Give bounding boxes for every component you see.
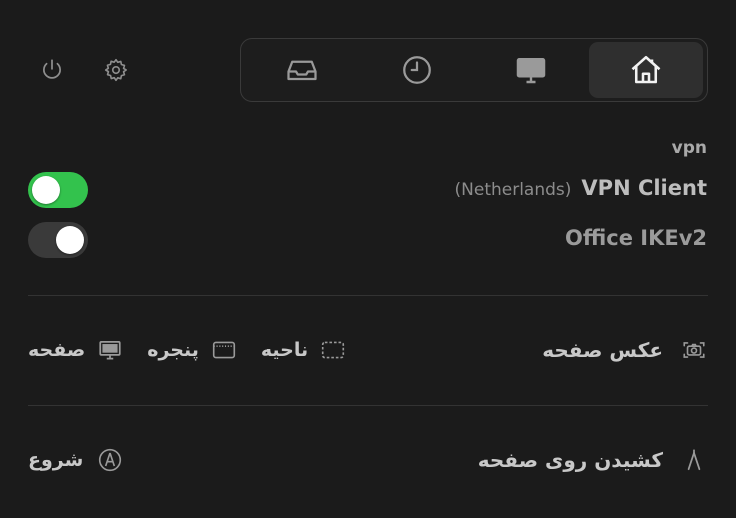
dashed-rect-icon [320, 337, 346, 363]
screenshot-row: صفحه پنجره ناحیه عکس صفحه [28, 330, 707, 370]
clock-icon [399, 52, 435, 88]
capture-screen-label: صفحه [28, 339, 86, 361]
vpn-client-toggle[interactable] [28, 172, 88, 208]
tab-bar [240, 38, 708, 102]
capture-window-label: پنجره [147, 339, 199, 361]
window-icon [211, 337, 237, 363]
draw-label: کشیدن روی صفحه [477, 448, 663, 472]
tab-home[interactable] [588, 42, 703, 98]
tab-display[interactable] [474, 42, 589, 98]
vpn-section-title: vpn [671, 138, 707, 158]
vpn-row-client: (Netherlands) VPN Client [28, 172, 707, 208]
vpn-name-label: Office IKEv2 [564, 226, 707, 250]
capture-area-option[interactable]: ناحیه [261, 337, 346, 363]
tab-inbox[interactable] [245, 42, 360, 98]
capture-area-label: ناحیه [260, 339, 309, 361]
monitor-icon [513, 52, 549, 88]
power-icon[interactable] [38, 56, 66, 84]
compass-icon [681, 447, 707, 473]
draw-row: شروع کشیدن روی صفحه [28, 440, 707, 480]
home-icon [628, 52, 664, 88]
screenshot-label: عکس صفحه [542, 338, 663, 362]
inbox-icon [284, 52, 320, 88]
gear-icon[interactable] [102, 56, 130, 84]
draw-title: کشیدن روی صفحه [478, 447, 707, 473]
monitor-icon [97, 337, 123, 363]
vpn-region: (Netherlands) [454, 180, 572, 200]
tab-history[interactable] [360, 42, 475, 98]
screenshot-options: صفحه پنجره ناحیه [28, 337, 346, 363]
vpn-row-office: Office IKEv2 [28, 222, 707, 258]
vpn-client-name: (Netherlands) VPN Client [455, 176, 707, 200]
screenshot-title: عکس صفحه [542, 337, 707, 363]
office-vpn-name: Office IKEv2 [565, 226, 707, 250]
capture-screen-option[interactable]: صفحه [28, 337, 123, 363]
draw-start-label: شروع [28, 449, 84, 471]
vpn-name-label: VPN Client [581, 176, 707, 200]
camera-icon [681, 337, 707, 363]
office-ikev2-toggle[interactable] [28, 222, 88, 258]
divider [28, 295, 708, 296]
compass-pen-icon [97, 447, 123, 473]
capture-window-option[interactable]: پنجره [147, 337, 237, 363]
control-panel: vpn (Netherlands) VPN Client Office IKEv… [0, 0, 736, 518]
toggle-knob [56, 226, 84, 254]
toggle-knob [32, 176, 60, 204]
divider [28, 405, 708, 406]
draw-start[interactable]: شروع [28, 447, 123, 473]
